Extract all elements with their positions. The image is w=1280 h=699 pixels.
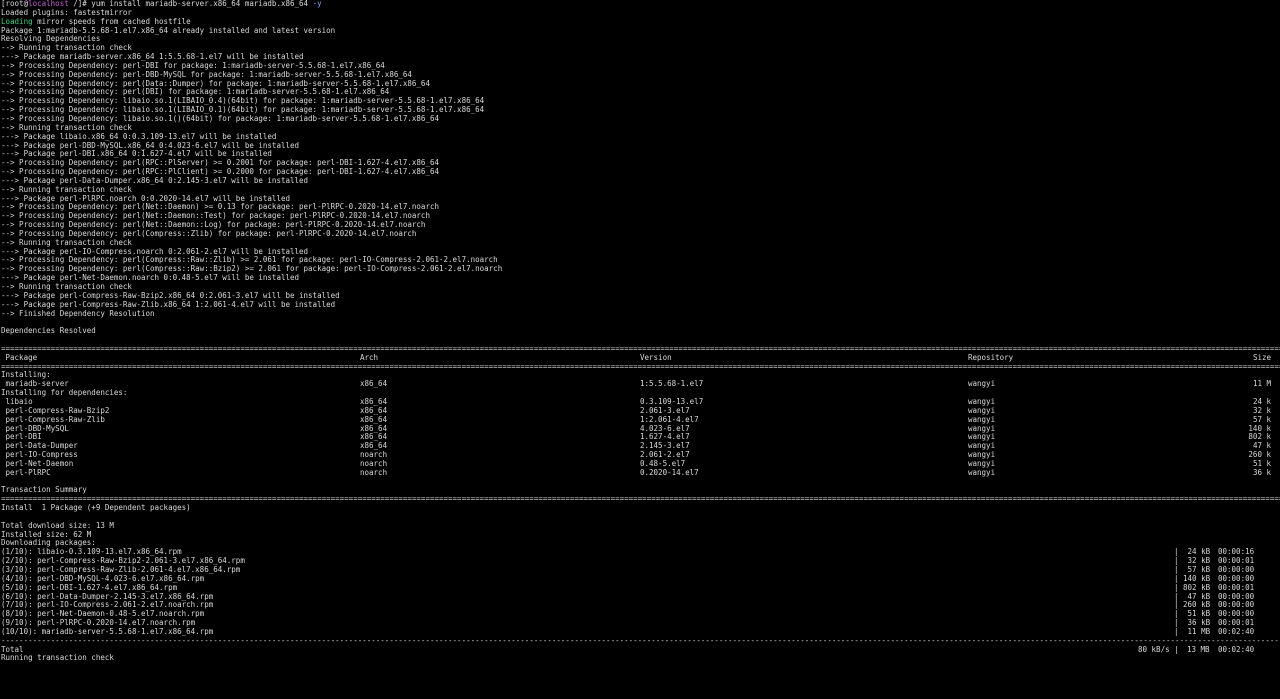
total-line: Total 80 kB/s | 13 MB 00:02:40 (1, 644, 1280, 655)
loading-text: mirror speeds from cached hostfile (32, 16, 191, 26)
cell-repository: wangyi (968, 379, 996, 389)
header-repository: Repository (968, 352, 1014, 362)
output-line: Package 1:mariadb-5.5.68-1.el7.x86_64 al… (1, 25, 336, 35)
header-size: Size (1252, 352, 1271, 362)
cell-arch: noarch (360, 467, 388, 477)
terminal-window[interactable]: [root@localhost /]# yum install mariadb-… (0, 0, 1280, 671)
summary-install: Install 1 Package (+9 Dependent packages… (1, 503, 191, 513)
output-line: Loaded plugins: fastestmirror (1, 7, 132, 17)
summary-rule: ========================================… (1, 495, 1280, 504)
output-line: --> Finished Dependency Resolution (1, 308, 155, 318)
table-rule-mid: ========================================… (1, 362, 1280, 371)
total-size: 13 MB (1187, 644, 1210, 654)
output-line: ---> Package perl-Data-Dumper.x86_64 0:2… (1, 175, 309, 185)
output-line: Dependencies Resolved (1, 326, 96, 336)
output-line: ---> Package perl-Compress-Raw-Zlib.x86_… (1, 299, 336, 309)
deps-table: libaio x86_64 0.3.109-13.el7 wangyi 24 k per… (1, 397, 1280, 478)
header-arch: Arch (360, 352, 379, 362)
prompt-user: [root@ (1, 0, 29, 8)
download-row: (4/10): perl-DBD-MySQL-4.023-6.el7.x86_6… (1, 574, 1280, 584)
prompt-line: [root@localhost /]# yum install mariadb-… (1, 0, 1280, 9)
cell-arch: x86_64 (360, 379, 388, 389)
download-size: Total download size: 13 M (1, 520, 114, 530)
output-line: --> Processing Dependency: perl(Compress… (1, 228, 417, 238)
cell-size: 11 M (1252, 379, 1271, 389)
summary-title: Transaction Summary (1, 485, 87, 495)
download-name: (10/10): mariadb-server-5.5.68-1.el7.x86… (1, 626, 214, 636)
total-rule: ----------------------------------------… (1, 636, 1280, 645)
download-list: (1/10): libaio-0.3.109-13.el7.x86_64.rpm… (1, 547, 1280, 637)
installed-size: Installed size: 62 M (1, 529, 92, 539)
downloading-label: Downloading packages: (1, 538, 96, 548)
total-rate: 80 kB/s | (1138, 644, 1179, 654)
table-row: mariadb-server x86_64 1:5.5.68-1.el7 wangyi… (1, 379, 1280, 389)
loading-word: Loading (1, 16, 33, 26)
header-version: Version (640, 352, 672, 362)
dependency-log: Package 1:mariadb-5.5.68-1.el7.x86_64 al… (1, 25, 1280, 345)
table-header: Package Arch Version Repository Size (1, 352, 1280, 363)
cell-version: 0.2020-14.el7 (640, 467, 699, 477)
prompt-host: localhost (28, 0, 69, 8)
total-time: 00:02:40 (1218, 644, 1255, 654)
download-row: (10/10): mariadb-server-5.5.68-1.el7.x86… (1, 626, 1280, 637)
table-row: perl-PlRPC noarch 0.2020-14.el7 wangyi 36 k (1, 467, 1280, 478)
cell-size: 36 k (1252, 467, 1271, 477)
cell-package: perl-PlRPC (1, 467, 51, 477)
final-line: Running transaction check (1, 653, 114, 663)
output-line: ---> Package perl-Net-Daemon.noarch 0:0.… (1, 273, 300, 283)
pre-output: Loaded plugins: fastestmirror (1, 7, 1280, 18)
prompt-command: /]# yum install mariadb-server.x86_64 ma… (68, 0, 313, 8)
output-line: Resolving Dependencies (1, 34, 101, 44)
header-package: Package (1, 352, 38, 362)
cell-version: 1:5.5.68-1.el7 (640, 379, 704, 389)
download-time: 00:02:40 (1218, 626, 1255, 636)
output-line: --> Processing Dependency: libaio.so.1()… (1, 113, 439, 123)
installing-table: mariadb-server x86_64 1:5.5.68-1.el7 wangyi… (1, 379, 1280, 389)
cell-repository: wangyi (968, 467, 996, 477)
prompt-flag: -y (312, 0, 322, 8)
download-size: | 11 MB (1174, 626, 1211, 636)
